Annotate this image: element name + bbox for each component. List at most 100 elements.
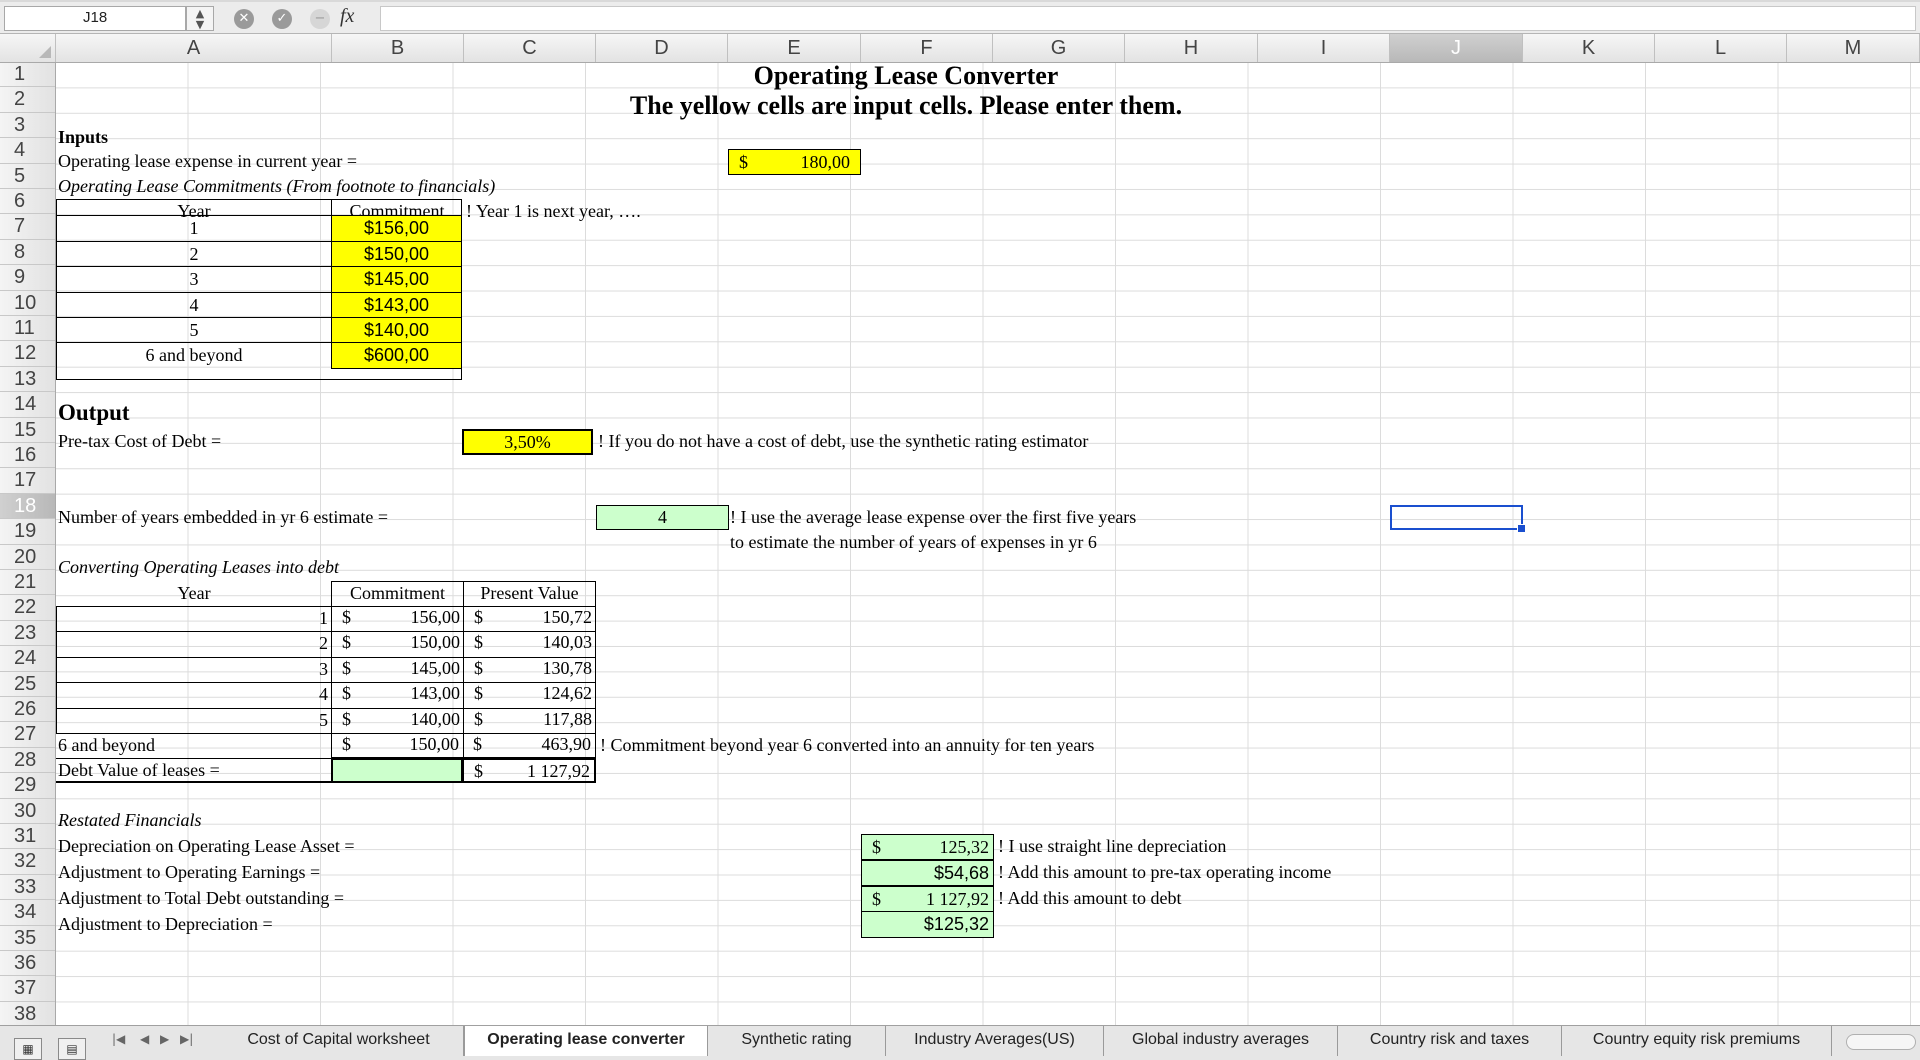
pv-year: 4 [319,684,328,705]
select-all-corner[interactable] [0,34,56,62]
row-header-6[interactable]: 6 [0,189,55,215]
row-header-10[interactable]: 10 [0,291,55,316]
row-header-23[interactable]: 23 [0,621,55,647]
row-header-25[interactable]: 25 [0,672,55,697]
sheet-tab[interactable]: Global industry averages [1104,1026,1338,1056]
row-header-30[interactable]: 30 [0,799,55,824]
commitment-input[interactable]: $600,00 [331,342,462,369]
row-header-24[interactable]: 24 [0,646,55,672]
column-header-e[interactable]: E [728,34,861,62]
restated-note: ! I use straight line depreciation [998,836,1227,856]
row-header-12[interactable]: 12 [0,341,55,367]
years-embedded-label: Number of years embedded in yr 6 estimat… [58,507,389,527]
next-sheet-icon[interactable]: ▶ [160,1032,169,1046]
pv-pv-cell: $124,62 [463,682,596,709]
commitment-input[interactable]: $150,00 [331,240,462,268]
row-header-19[interactable]: 19 [0,519,55,545]
last-sheet-icon[interactable]: ▶| [180,1032,193,1046]
commitment-input[interactable]: $145,00 [331,266,462,293]
inputs-header: Inputs [58,127,109,147]
sheet-tab[interactable]: Country risk and taxes [1338,1026,1562,1056]
row-header-33[interactable]: 33 [0,875,55,901]
column-header-h[interactable]: H [1125,34,1258,62]
commitment-value: $600,00 [363,345,430,366]
sheet-tab[interactable]: Country equity risk premiums [1562,1026,1832,1056]
sheet-title: Operating Lease Converter [753,63,1059,90]
commitment-input[interactable]: $156,00 [331,215,462,242]
column-header-j[interactable]: J [1390,34,1523,62]
column-header-c[interactable]: C [464,34,596,62]
pv-year: 2 [319,633,328,654]
row-header-15[interactable]: 15 [0,418,55,443]
row-header-27[interactable]: 27 [0,722,55,748]
fill-handle-icon[interactable] [1517,524,1526,533]
row-header-3[interactable]: 3 [0,113,55,139]
row-header-5[interactable]: 5 [0,164,55,189]
lease-expense-input[interactable]: $ 180,00 [728,149,861,175]
row-header-20[interactable]: 20 [0,545,55,570]
row-header-4[interactable]: 4 [0,138,55,164]
column-header-g[interactable]: G [993,34,1125,62]
row-header-7[interactable]: 7 [0,214,55,240]
formula-toggle-icon[interactable]: − [310,9,330,29]
name-box-stepper-icon[interactable]: ▲ ▼ [186,6,214,31]
row-header-9[interactable]: 9 [0,265,55,291]
first-sheet-icon[interactable]: |◀ [112,1032,125,1046]
row-header-36[interactable]: 36 [0,951,55,977]
currency-symbol: $ [342,607,351,627]
row-header-11[interactable]: 11 [0,316,55,342]
row-header-29[interactable]: 29 [0,773,55,799]
row-header-21[interactable]: 21 [0,570,55,596]
column-header-b[interactable]: B [332,34,464,62]
row-header-13[interactable]: 13 [0,367,55,393]
fx-icon[interactable]: fx [340,5,354,28]
sheet-tab[interactable]: Cost of Capital worksheet [214,1026,464,1056]
row-header-35[interactable]: 35 [0,926,55,951]
sheet-tab[interactable]: Industry Averages(US) [886,1026,1104,1056]
row-header-37[interactable]: 37 [0,976,55,1002]
column-header-f[interactable]: F [861,34,993,62]
accept-formula-icon[interactable]: ✓ [272,9,292,29]
row-header-22[interactable]: 22 [0,595,55,621]
formula-input[interactable] [380,6,1916,31]
pv-commitment-cell: $150,00 [331,631,464,658]
row-header-1[interactable]: 1 [0,63,55,88]
row-header-26[interactable]: 26 [0,697,55,723]
column-header-a[interactable]: A [56,34,332,62]
spreadsheet-grid[interactable]: Operating Lease Converter The yellow cel… [56,63,1920,1025]
pv-pv-cell: $150,72 [463,606,596,633]
beyond-commitment-value: 150,00 [409,734,460,754]
commitment-input[interactable]: $143,00 [331,291,462,318]
row-header-34[interactable]: 34 [0,900,55,926]
column-header-k[interactable]: K [1523,34,1655,62]
row-header-28[interactable]: 28 [0,748,55,774]
cost-of-debt-input[interactable]: 3,50% [462,429,593,455]
row-header-18[interactable]: 18 [0,493,55,520]
commitment-year: 6 and beyond [56,342,332,367]
lease-expense-value: 180,00 [800,152,851,172]
row-header-38[interactable]: 38 [0,1002,55,1025]
column-header-l[interactable]: L [1655,34,1787,62]
sheet-tab[interactable]: Operating lease converter [464,1026,708,1056]
row-header-16[interactable]: 16 [0,443,55,469]
horizontal-scrollbar[interactable] [1846,1034,1916,1050]
page-layout-view-icon[interactable]: ▤ [58,1038,86,1060]
pv-commitment-value: 156,00 [410,607,461,627]
row-header-32[interactable]: 32 [0,849,55,875]
selected-cell-j18[interactable] [1390,505,1526,533]
column-header-i[interactable]: I [1258,34,1390,62]
name-box[interactable]: J18 [4,6,186,31]
commitment-input[interactable]: $140,00 [331,317,462,344]
sheet-tab[interactable]: Synthetic rating [708,1026,886,1056]
previous-sheet-icon[interactable]: ◀ [140,1032,149,1046]
row-header-14[interactable]: 14 [0,392,55,418]
cancel-formula-icon[interactable]: ✕ [234,9,254,29]
normal-view-icon[interactable]: ▦ [14,1038,42,1060]
column-header-d[interactable]: D [596,34,728,62]
row-header-17[interactable]: 17 [0,468,55,494]
years-embedded-value: 4 [658,507,667,527]
row-header-31[interactable]: 31 [0,824,55,850]
row-header-2[interactable]: 2 [0,87,55,113]
row-header-8[interactable]: 8 [0,240,55,266]
column-header-m[interactable]: M [1787,34,1920,62]
